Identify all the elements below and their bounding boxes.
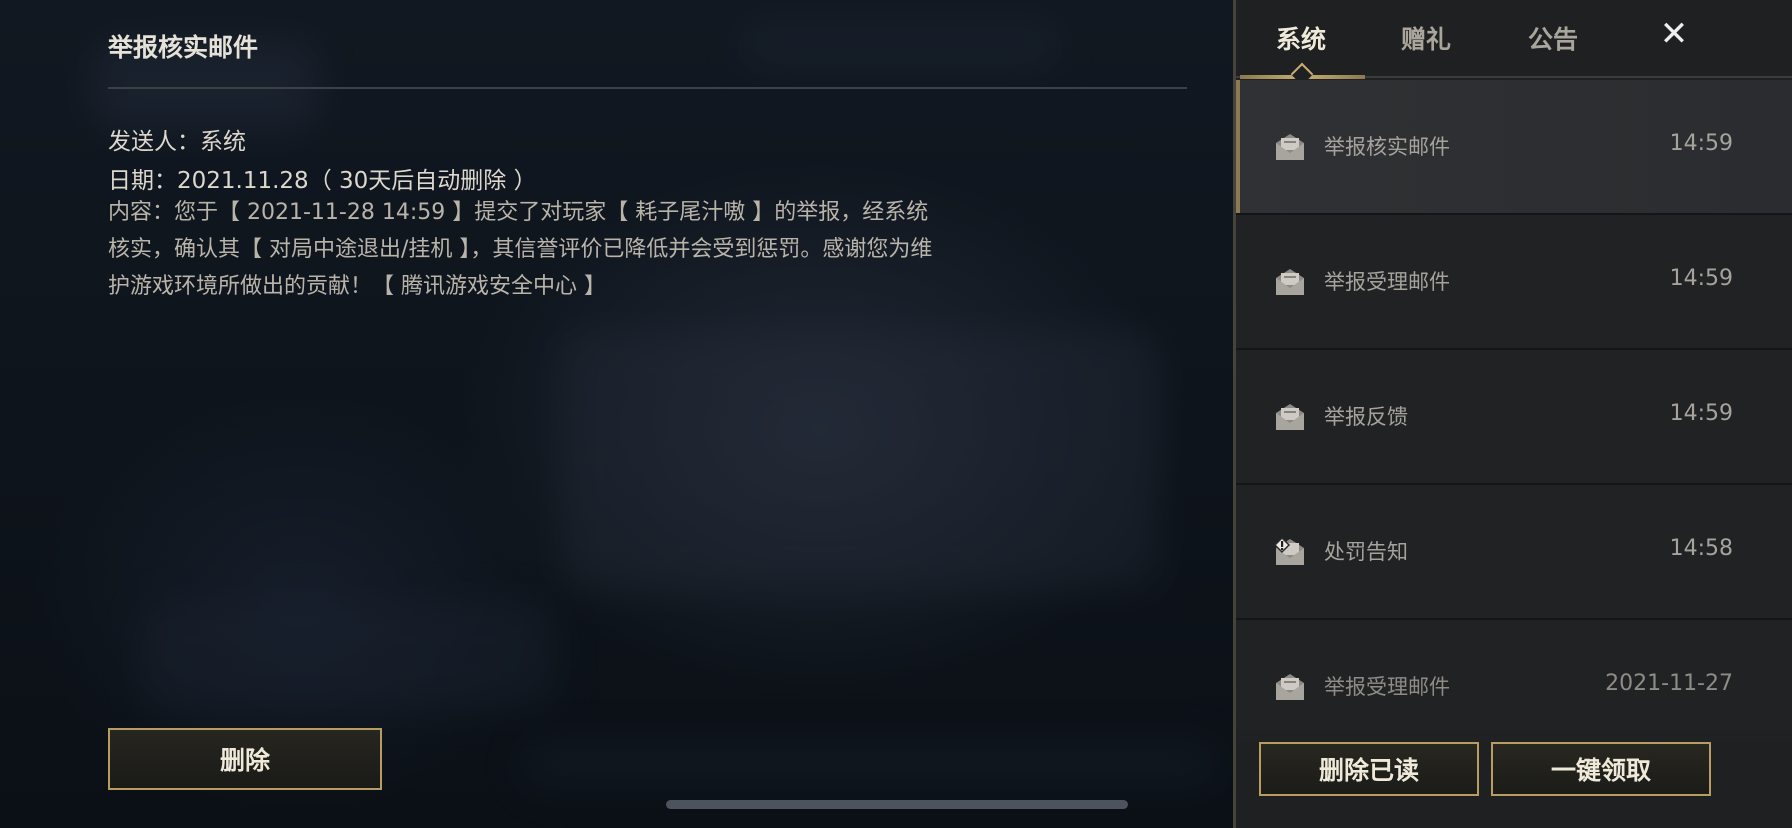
sender-label: 发送人： <box>108 129 200 155</box>
tab-notice[interactable]: 公告 <box>1528 20 1578 56</box>
close-icon[interactable]: ✕ <box>1654 14 1694 54</box>
mail-open-icon <box>1276 134 1304 160</box>
mail-subject: 举报受理邮件 <box>1324 675 1450 699</box>
mail-time: 14:59 <box>1669 131 1733 156</box>
mail-list-item[interactable]: 处罚告知 14:58 <box>1236 485 1792 620</box>
mail-screen: 798856 举报核实邮件 发送人：系统 日期：2021.11.28（ 30天后… <box>0 0 1792 828</box>
sender-line: 发送人：系统 <box>108 122 246 156</box>
mail-open-icon <box>1276 404 1304 430</box>
content-label: 内容： <box>108 200 175 225</box>
date-label: 日期： <box>108 168 177 194</box>
delete-read-button[interactable]: 删除已读 <box>1259 742 1479 796</box>
mail-list-item[interactable]: 举报受理邮件 14:59 <box>1236 215 1792 350</box>
date-value: 2021.11.28 <box>177 168 309 194</box>
mail-panel: 系统 赠礼 公告 ✕ 举报核实邮件 14:59 举报受理邮件 14:59 举报反… <box>1233 0 1792 828</box>
home-indicator[interactable] <box>666 800 1128 809</box>
date-note: （ 30天后自动删除 ） <box>308 168 537 194</box>
mail-time: 14:59 <box>1669 401 1733 426</box>
divider <box>108 87 1187 89</box>
mail-subject: 举报核实邮件 <box>1324 135 1450 159</box>
claim-all-button[interactable]: 一键领取 <box>1491 742 1711 796</box>
content-text: 您于【 2021-11-28 14:59 】提交了对玩家【 耗子尾汁嗷 】的举报… <box>108 200 933 299</box>
date-line: 日期：2021.11.28（ 30天后自动删除 ） <box>108 161 537 195</box>
mail-time: 14:58 <box>1669 536 1733 561</box>
sender-value: 系统 <box>200 129 246 155</box>
mail-detail-title: 举报核实邮件 <box>108 33 259 62</box>
mail-content: 内容：您于【 2021-11-28 14:59 】提交了对玩家【 耗子尾汁嗷 】… <box>108 194 948 305</box>
mail-open-icon <box>1276 674 1304 700</box>
delete-button[interactable]: 删除 <box>108 728 382 790</box>
mail-subject: 处罚告知 <box>1324 540 1408 564</box>
tab-system[interactable]: 系统 <box>1276 20 1326 56</box>
mail-list: 举报核实邮件 14:59 举报受理邮件 14:59 举报反馈 14:59 处罚告… <box>1236 80 1792 755</box>
tab-bar: 系统 赠礼 公告 ✕ <box>1236 0 1792 77</box>
mail-list-item[interactable]: 举报核实邮件 14:59 <box>1236 80 1792 215</box>
mail-detail: 举报核实邮件 发送人：系统 日期：2021.11.28（ 30天后自动删除 ） … <box>108 0 1188 828</box>
mail-time: 14:59 <box>1669 266 1733 291</box>
mail-subject: 举报受理邮件 <box>1324 270 1450 294</box>
watermark-text: 798856 <box>0 385 2 427</box>
mail-alert-icon <box>1274 537 1304 565</box>
mail-list-item[interactable]: 举报反馈 14:59 <box>1236 350 1792 485</box>
mail-time: 2021-11-27 <box>1605 671 1733 696</box>
mail-open-icon <box>1276 269 1304 295</box>
tab-gift[interactable]: 赠礼 <box>1401 20 1451 56</box>
mail-subject: 举报反馈 <box>1324 405 1408 429</box>
